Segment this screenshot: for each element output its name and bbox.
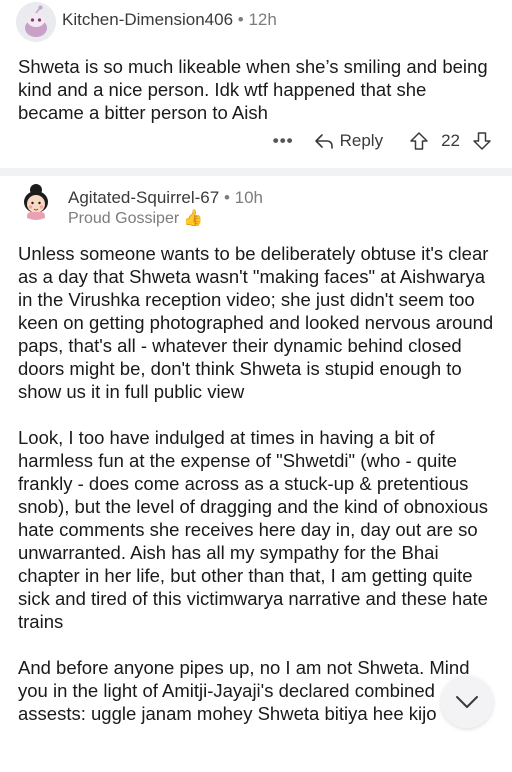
timestamp: • 10h xyxy=(223,188,263,207)
username[interactable]: Kitchen-Dimension406 xyxy=(62,10,233,29)
upvote-arrow-icon[interactable] xyxy=(409,131,429,151)
user-flair: Proud Gossiper 👍 xyxy=(68,210,203,228)
downvote-arrow-icon[interactable] xyxy=(472,131,492,151)
comment-paragraph: Unless someone wants to be deliberately … xyxy=(18,243,494,402)
thumbs-up-icon: 👍 xyxy=(183,210,204,227)
flair-text: Proud Gossiper xyxy=(68,210,180,227)
vote-score: 22 xyxy=(441,131,460,150)
scroll-down-button[interactable] xyxy=(441,676,493,728)
time-value: 10h xyxy=(234,188,263,207)
comment-paragraph: And before anyone pipes up, no I am not … xyxy=(18,657,470,724)
comment: Kitchen-Dimension406 • 12h Shweta is so … xyxy=(0,0,512,168)
comment-paragraph: Shweta is so much likeable when she’s sm… xyxy=(18,56,488,123)
girl-avatar-icon[interactable] xyxy=(16,180,56,220)
reply-button[interactable]: Reply xyxy=(314,131,383,151)
reply-arrow-icon xyxy=(314,132,334,150)
reply-label: Reply xyxy=(339,131,384,150)
username[interactable]: Agitated-Squirrel-67 xyxy=(68,188,219,207)
comment-paragraph: Look, I too have indulged at times in ha… xyxy=(18,427,489,632)
comment-divider xyxy=(0,168,512,176)
timestamp: • 12h xyxy=(237,10,277,29)
more-options-button[interactable]: ••• xyxy=(273,131,294,151)
comment-author[interactable]: Kitchen-Dimension406 • 12h xyxy=(62,10,277,30)
comment-author[interactable]: Agitated-Squirrel-67 • 10h xyxy=(68,188,263,208)
comment-actions: ••• Reply 22 xyxy=(273,131,492,151)
comment-body: Unless someone wants to be deliberately … xyxy=(18,242,496,748)
time-value: 12h xyxy=(248,10,277,29)
vote-control: 22 xyxy=(409,131,492,151)
snoo-avatar-icon[interactable] xyxy=(16,2,56,42)
chevron-down-icon xyxy=(455,695,479,709)
